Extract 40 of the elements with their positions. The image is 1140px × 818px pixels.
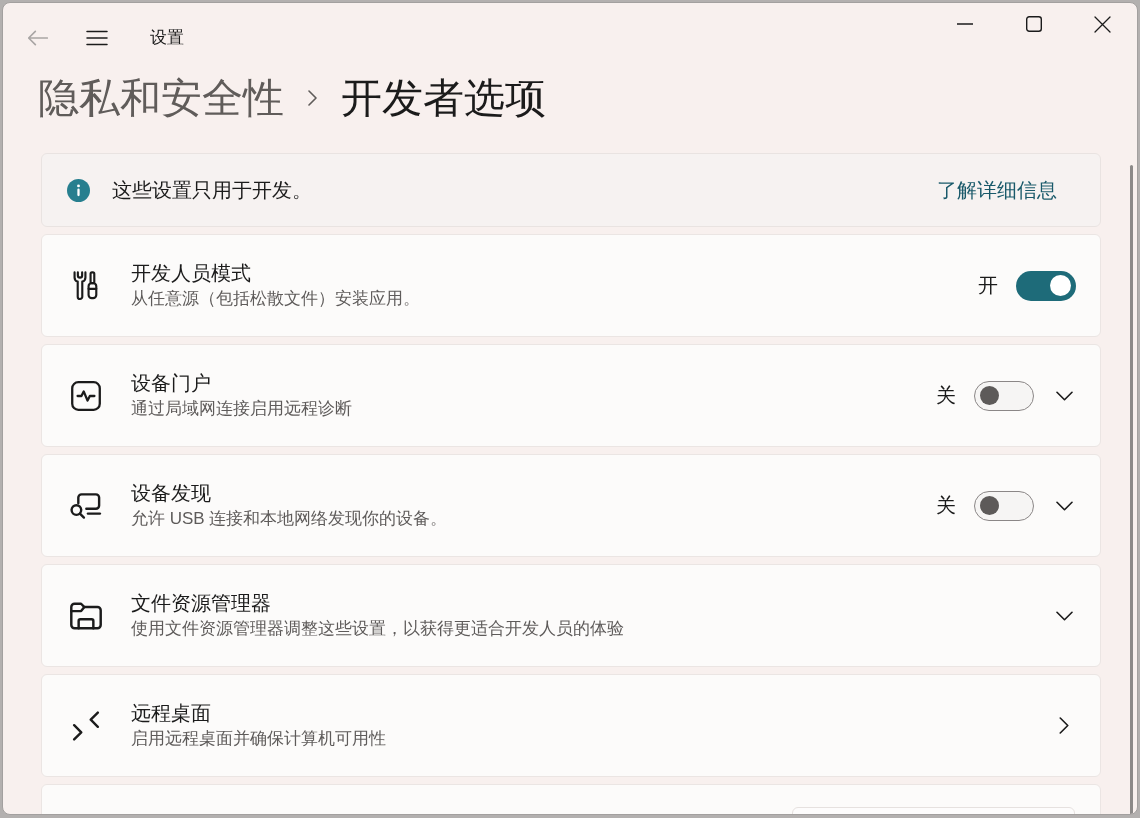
toggle-switch[interactable] (974, 380, 1034, 411)
page-title: 开发者选项 (341, 74, 546, 123)
setting-card[interactable]: 文件资源管理器 使用文件资源管理器调整这些设置，以获得更适合开发人员的体验 (41, 564, 1101, 667)
toggle-switch[interactable] (974, 490, 1034, 521)
setting-card[interactable]: 设备发现 允许 USB 连接和本地网络发现你的设备。 关 (41, 454, 1101, 557)
maximize-icon[interactable] (1025, 16, 1042, 32)
toggle-state-label: 关 (936, 493, 956, 518)
info-text: 这些设置只用于开发。 (112, 177, 313, 203)
setting-description: 从任意源（包括松散文件）安装应用。 (131, 288, 421, 310)
chevron-down-icon[interactable] (1055, 500, 1073, 511)
app-title: 设置 (150, 27, 184, 49)
setting-description: 启用远程桌面并确保计算机可用性 (131, 728, 387, 750)
scrollbar[interactable] (1130, 165, 1133, 814)
double-chevron-icon (71, 710, 101, 741)
setting-title: 开发人员模式 (131, 261, 252, 286)
folder-icon (70, 600, 102, 631)
setting-title: 设备发现 (131, 481, 212, 506)
setting-card[interactable]: 远程桌面 启用远程桌面并确保计算机可用性 (41, 674, 1101, 777)
setting-title: 文件资源管理器 (131, 591, 272, 616)
chevron-down-icon[interactable] (1055, 610, 1073, 621)
pulse-monitor-icon (71, 380, 101, 411)
learn-more-link[interactable]: 了解详细信息 (937, 176, 1057, 204)
setting-title: 远程桌面 (131, 701, 212, 726)
setting-title: 设备门户 (131, 371, 212, 396)
breadcrumb-link[interactable]: 隐私和安全性 (38, 73, 284, 123)
setting-description: 允许 USB 连接和本地网络发现你的设备。 (131, 508, 449, 530)
toggle-switch[interactable] (1016, 270, 1076, 301)
menu-icon[interactable] (86, 30, 108, 46)
toggle-state-label: 关 (936, 383, 956, 408)
setting-card[interactable]: 设备门户 通过局域网连接启用远程诊断 关 (41, 344, 1101, 447)
minimize-icon[interactable] (956, 23, 973, 25)
info-icon (67, 178, 90, 202)
setting-description: 使用文件资源管理器调整这些设置，以获得更适合开发人员的体验 (131, 618, 625, 640)
close-icon[interactable] (1094, 15, 1111, 33)
toggle-state-label: 开 (978, 273, 998, 298)
chevron-right-icon[interactable] (1059, 717, 1069, 734)
screen-search-icon (70, 490, 102, 521)
chevron-down-icon[interactable] (1055, 390, 1073, 401)
setting-description: 通过局域网连接启用远程诊断 (131, 398, 353, 420)
chevron-right-icon (308, 90, 317, 106)
